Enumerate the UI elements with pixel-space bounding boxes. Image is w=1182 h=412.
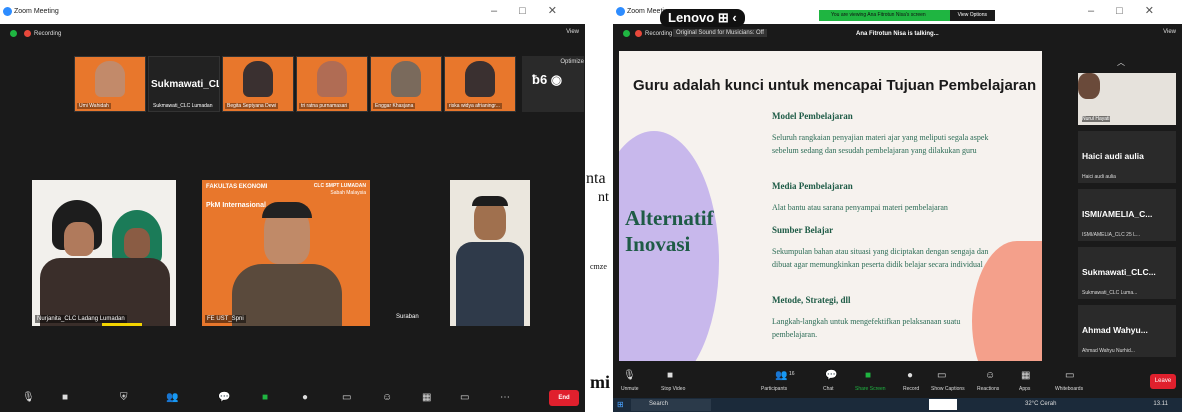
video-icon[interactable]: ■ xyxy=(667,370,673,381)
security-shield-icon[interactable]: ⛨ xyxy=(120,392,128,403)
video-icon[interactable]: ■ xyxy=(62,392,68,403)
video-tile-speaker[interactable]: FAKULTAS EKONOMI CLC SMPT LUMADAN Sabah … xyxy=(202,180,370,326)
security-icon[interactable] xyxy=(10,30,17,37)
record-label[interactable]: Record xyxy=(903,386,919,392)
participant-video[interactable]: Haici audi aulia Haici audi aulia xyxy=(1078,131,1176,183)
participant-count: 16 xyxy=(789,371,795,377)
participant-video[interactable]: Sukmawati_CLC... Sukmawati_CLC Luma... xyxy=(1078,247,1176,299)
weather: 32°C Cerah xyxy=(1025,401,1057,407)
reactions-icon[interactable]: ☺ xyxy=(382,392,392,403)
participant-thumb[interactable]: Umi Wahidah xyxy=(74,56,146,112)
lenovo-overlay: Lenovo ⊞ ‹ xyxy=(660,9,745,27)
video-tile[interactable] xyxy=(450,180,530,326)
zoom-window-right: Zoom Meeting –□✕ Recording Original Soun… xyxy=(613,0,1182,412)
apps-label[interactable]: Apps xyxy=(1019,386,1030,392)
background-text: mi xyxy=(590,372,610,392)
recording-icon xyxy=(24,30,31,37)
slide-title: Guru adalah kunci untuk mencapai Tujuan … xyxy=(633,77,1037,94)
shared-slide: Guru adalah kunci untuk mencapai Tujuan … xyxy=(619,51,1042,361)
chat-label[interactable]: Chat xyxy=(823,386,834,392)
participant-video[interactable]: Nurul Hayati xyxy=(1078,73,1176,125)
whiteboard-icon[interactable]: ▭ xyxy=(1065,370,1074,381)
share-screen-icon[interactable]: ■ xyxy=(262,392,268,403)
unmute-label[interactable]: Unmute xyxy=(621,386,639,392)
optimize-panel[interactable]: Optimize ƀ6 ◉ xyxy=(522,56,584,112)
video-tile[interactable]: Nurjanita_CLC Ladang Lumadan xyxy=(32,180,176,326)
reactions-icon[interactable]: ☺ xyxy=(985,370,995,381)
recording-label: Recording xyxy=(645,31,673,37)
share-screen-label[interactable]: Share Screen xyxy=(855,386,886,392)
talking-indicator: Ana Fitrotun Nisa is talking... xyxy=(856,31,939,37)
recording-label: Recording xyxy=(34,31,62,37)
windows-taskbar: ⊞ Search 32°C Cerah 13.11 xyxy=(613,398,1182,412)
taskbar-app-preview[interactable] xyxy=(929,399,957,410)
tile-name: Suraban xyxy=(396,314,419,320)
chat-icon[interactable]: 💬 xyxy=(825,370,837,381)
captions-label[interactable]: Show Captions xyxy=(931,386,965,392)
end-button[interactable]: End xyxy=(549,390,579,406)
meeting-controls: 🎙 Unmute ■ Stop Video 👥 16 Participants … xyxy=(613,368,1182,398)
faculty-logo-text: FAKULTAS EKONOMI xyxy=(206,184,268,190)
tile-name: Nurjanita_CLC Ladang Lumadan xyxy=(35,315,127,323)
title-bar: Zoom Meeting –□✕ xyxy=(0,0,585,24)
view-button[interactable]: View xyxy=(566,29,579,35)
share-screen-icon[interactable]: ■ xyxy=(865,370,871,381)
participant-thumb[interactable]: tri ratna purnamasari xyxy=(296,56,368,112)
windows-start-icon[interactable]: ⊞ xyxy=(617,400,624,409)
participant-video[interactable]: Ahmad Wahyu... Ahmad Wahyu Nurhid... xyxy=(1078,305,1176,357)
mic-muted-icon[interactable]: 🎙 xyxy=(623,370,636,381)
apps-icon[interactable]: ▦ xyxy=(422,392,431,403)
mic-icon[interactable]: 🎙 xyxy=(22,392,35,403)
more-icon[interactable]: ⋯ xyxy=(500,392,510,403)
window-controls[interactable]: –□✕ xyxy=(491,4,579,17)
clock: 13.11 xyxy=(1153,401,1168,407)
optimize-label: Optimize xyxy=(560,59,584,65)
participant-sidebar: ︿ Nurul Hayati Haici audi aulia Haici aud… xyxy=(1072,51,1182,361)
whiteboards-label[interactable]: Whiteboards xyxy=(1055,386,1083,392)
participant-thumb[interactable]: riska widya afrianingr... xyxy=(444,56,516,112)
record-icon[interactable]: ● xyxy=(302,392,308,403)
zoom-window-left: Zoom Meeting –□✕ Recording View Umi Wahi… xyxy=(0,0,585,412)
participant-thumb[interactable]: Begita Septyana Dewi xyxy=(222,56,294,112)
optimize-icon: ƀ6 ◉ xyxy=(532,72,563,87)
pkm-title: PkM Internasional xyxy=(206,202,266,209)
apps-icon[interactable]: ▦ xyxy=(1021,370,1030,381)
zoom-logo-icon xyxy=(616,7,625,16)
stop-video-label[interactable]: Stop Video xyxy=(661,386,685,392)
participants-label[interactable]: Participants xyxy=(761,386,787,392)
captions-icon[interactable]: ▭ xyxy=(342,392,351,403)
participants-icon[interactable]: 👥 xyxy=(775,370,787,381)
captions-icon[interactable]: ▭ xyxy=(937,370,946,381)
clc-logo-text: CLC SMPT LUMADAN xyxy=(313,183,366,189)
reactions-label[interactable]: Reactions xyxy=(977,386,999,392)
clc-location-text: Sabah Malaysia xyxy=(330,190,366,196)
background-text: nta xyxy=(586,170,606,187)
tile-name: FE UST_Spni xyxy=(205,315,246,323)
view-button[interactable]: View xyxy=(1163,29,1176,35)
participant-video[interactable]: ISMI/AMELIA_C... ISMI/AMELIA_CLC 25 L... xyxy=(1078,189,1176,241)
security-icon[interactable] xyxy=(623,30,630,37)
scroll-up-icon[interactable]: ︿ xyxy=(1117,57,1125,68)
participants-icon[interactable]: 👥 xyxy=(166,392,178,403)
viewing-label: You are viewing Ana Fitrotun Nisa's scre… xyxy=(831,12,926,18)
screen-share-bar: You are viewing Ana Fitrotun Nisa's scre… xyxy=(819,10,995,21)
participant-thumb[interactable]: Enggar Khasjana xyxy=(370,56,442,112)
background-text: cmze xyxy=(590,262,607,271)
leave-button[interactable]: Leave xyxy=(1150,374,1176,389)
window-controls[interactable]: –□✕ xyxy=(1088,4,1176,17)
background-text: nt xyxy=(598,190,609,205)
record-icon[interactable]: ● xyxy=(907,370,913,381)
whiteboard-icon[interactable]: ▭ xyxy=(460,392,469,403)
window-title: Zoom Meeting xyxy=(14,8,59,15)
original-sound-button[interactable]: Original Sound for Musicians: Off xyxy=(673,29,767,37)
slide-side-title: Alternatif Inovasi xyxy=(625,206,714,256)
view-options-button[interactable]: View Options xyxy=(949,10,995,21)
meeting-controls: 🎙 ■ ⛨ 👥 💬 ■ ● ▭ ☺ ▦ ▭ ⋯ End xyxy=(0,384,585,412)
zoom-logo-icon xyxy=(3,7,12,16)
taskbar-search[interactable]: Search xyxy=(631,399,711,411)
participant-thumb[interactable]: Sukmawati_CLC...Sukmawati_CLC Lumadan xyxy=(148,56,220,112)
recording-bar: Recording View xyxy=(0,24,585,42)
recording-icon xyxy=(635,30,642,37)
chat-icon[interactable]: 💬 xyxy=(218,392,230,403)
